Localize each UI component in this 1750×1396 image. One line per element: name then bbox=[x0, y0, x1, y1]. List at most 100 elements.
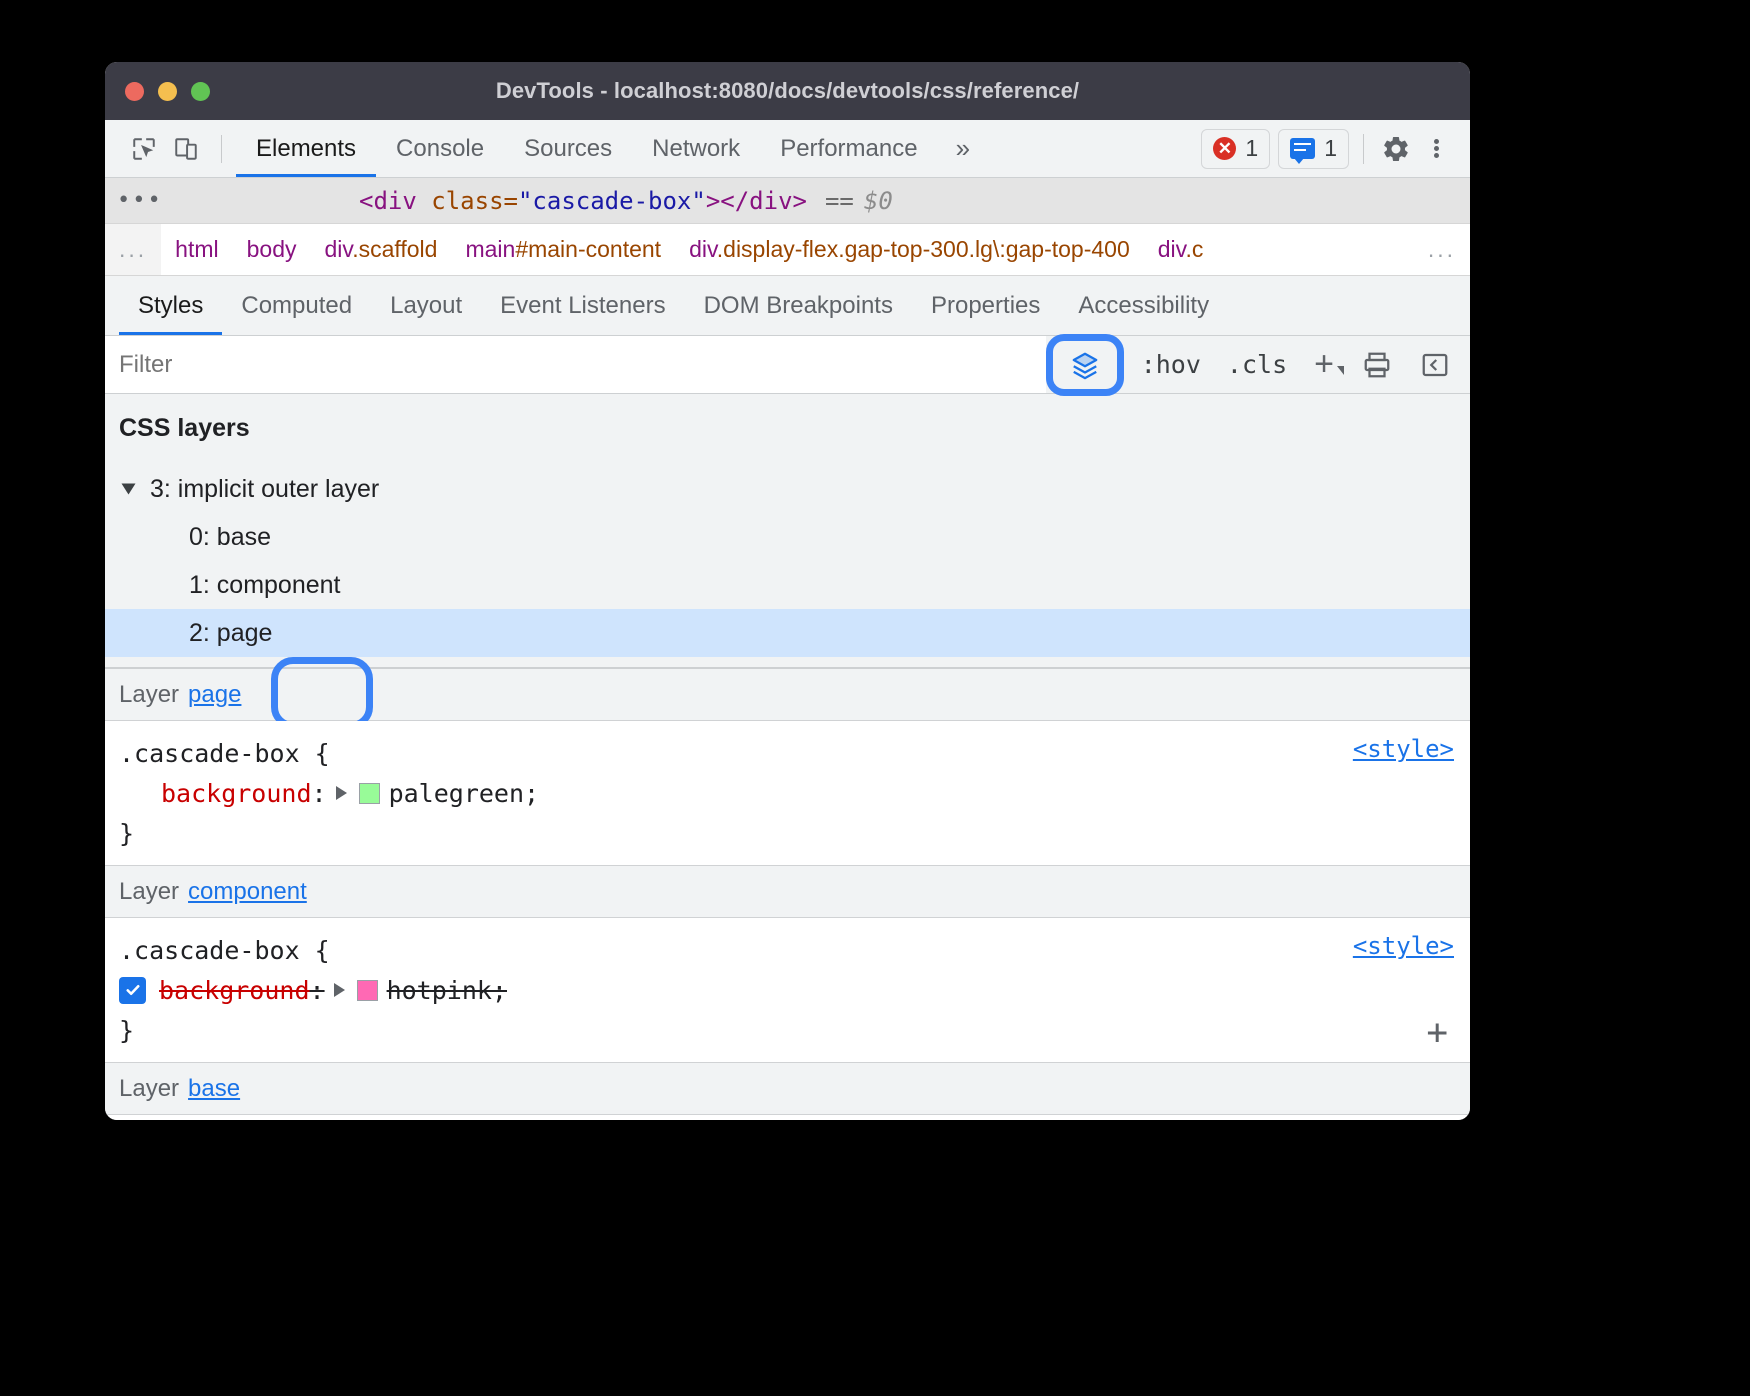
style-source-link[interactable]: <style> bbox=[1353, 735, 1454, 763]
declaration-value[interactable]: hotpink; bbox=[387, 976, 507, 1005]
new-style-rule-button[interactable]: + bbox=[1300, 345, 1342, 384]
declaration-colon: : bbox=[310, 976, 325, 1005]
layer-tree-label: 1: component bbox=[189, 571, 341, 600]
kebab-menu-icon[interactable] bbox=[1416, 129, 1456, 169]
breadcrumb-item-html[interactable]: html bbox=[161, 236, 232, 263]
breadcrumb-suffix: .c bbox=[1185, 236, 1203, 262]
css-layers-icon[interactable] bbox=[1058, 343, 1112, 387]
tab-console[interactable]: Console bbox=[376, 120, 504, 177]
rule-selector[interactable]: .cascade-box { bbox=[119, 930, 1470, 970]
tab-dom-breakpoints[interactable]: DOM Breakpoints bbox=[685, 276, 912, 335]
dom-selected-ref: $0 bbox=[864, 187, 893, 215]
dom-attr-value: "cascade-box" bbox=[518, 187, 706, 215]
minimize-button[interactable] bbox=[158, 82, 177, 101]
dom-node-row[interactable]: ••• <div class="cascade-box"></div>==$0 bbox=[105, 178, 1470, 224]
print-media-icon[interactable] bbox=[1354, 343, 1400, 387]
tab-network[interactable]: Network bbox=[632, 120, 760, 177]
layer-link-page[interactable]: page bbox=[188, 681, 241, 709]
devtools-window: DevTools - localhost:8080/docs/devtools/… bbox=[105, 62, 1470, 1120]
declaration-property[interactable]: background bbox=[159, 976, 310, 1005]
breadcrumb-suffix: #main-content bbox=[515, 236, 661, 262]
declaration-enabled-checkbox[interactable] bbox=[119, 977, 146, 1004]
dom-ellipsis-icon[interactable]: ••• bbox=[117, 188, 173, 213]
layer-prefix-label: Layer bbox=[119, 1075, 179, 1103]
message-count-badge[interactable]: 1 bbox=[1278, 129, 1349, 169]
filter-input[interactable] bbox=[105, 336, 1046, 393]
cls-toggle[interactable]: .cls bbox=[1214, 350, 1300, 379]
color-swatch[interactable] bbox=[357, 980, 378, 1001]
layer-tree-row-component[interactable]: 1: component bbox=[105, 561, 1470, 609]
tab-accessibility[interactable]: Accessibility bbox=[1059, 276, 1228, 335]
zoom-button[interactable] bbox=[191, 82, 210, 101]
message-count-label: 1 bbox=[1324, 135, 1337, 162]
layer-link-component[interactable]: component bbox=[188, 878, 307, 906]
breadcrumb: ... html body div.scaffold main#main-con… bbox=[105, 224, 1470, 276]
breadcrumb-label: div bbox=[325, 236, 353, 262]
styles-sidebar-tabs: Styles Computed Layout Event Listeners D… bbox=[105, 276, 1470, 336]
style-rule-component[interactable]: <style> + .cascade-box { background: hot… bbox=[105, 918, 1470, 1063]
layer-tree-row-page[interactable]: 2: page bbox=[105, 609, 1470, 657]
declaration-background-palegreen[interactable]: background: palegreen; bbox=[119, 773, 1470, 813]
layer-header-component: Layer component bbox=[105, 866, 1470, 918]
message-icon bbox=[1290, 138, 1315, 159]
layer-tree-row-base[interactable]: 0: base bbox=[105, 513, 1470, 561]
more-tabs-icon[interactable]: » bbox=[938, 133, 988, 164]
desktop-background: DevTools - localhost:8080/docs/devtools/… bbox=[0, 0, 1750, 1396]
device-toolbar-icon[interactable] bbox=[165, 129, 207, 169]
style-source-link[interactable]: <style> bbox=[1353, 932, 1454, 960]
breadcrumb-overflow-left[interactable]: ... bbox=[105, 224, 161, 275]
layer-link-base[interactable]: base bbox=[188, 1075, 240, 1103]
inspect-element-icon[interactable] bbox=[123, 129, 165, 169]
highlight-ring bbox=[1046, 334, 1124, 396]
rule-selector[interactable]: .cascade-box { bbox=[119, 733, 1470, 773]
hov-toggle[interactable]: :hov bbox=[1128, 350, 1214, 379]
breadcrumb-item-main-content[interactable]: main#main-content bbox=[451, 236, 675, 263]
panel-tabs: Elements Console Sources Network Perform… bbox=[236, 120, 988, 177]
declaration-property[interactable]: background bbox=[161, 779, 312, 808]
declaration-background-hotpink[interactable]: background: hotpink; bbox=[119, 970, 1470, 1010]
style-rule-page[interactable]: <style> .cascade-box { background: paleg… bbox=[105, 721, 1470, 866]
expand-value-icon[interactable] bbox=[334, 983, 345, 997]
tab-layout[interactable]: Layout bbox=[371, 276, 481, 335]
rule-close-brace: } bbox=[119, 813, 1470, 853]
breadcrumb-item-div-scaffold[interactable]: div.scaffold bbox=[311, 236, 452, 263]
dom-attr-equals: = bbox=[504, 187, 518, 215]
layer-tree-label: 0: base bbox=[189, 523, 271, 552]
layer-tree-label: 3: implicit outer layer bbox=[150, 475, 379, 504]
layer-prefix-label: Layer bbox=[119, 681, 179, 709]
declaration-colon: : bbox=[312, 779, 327, 808]
style-rule-base[interactable]: <style> .cascade-box { background: rebec… bbox=[105, 1115, 1470, 1120]
tab-sources[interactable]: Sources bbox=[504, 120, 632, 177]
toggle-sidebar-icon[interactable] bbox=[1412, 343, 1458, 387]
breadcrumb-suffix: .scaffold bbox=[352, 236, 437, 262]
gear-icon[interactable] bbox=[1376, 129, 1416, 169]
layer-header-page: Layer page bbox=[105, 669, 1470, 721]
tab-elements[interactable]: Elements bbox=[236, 120, 376, 177]
breadcrumb-overflow-right[interactable]: ... bbox=[1408, 224, 1470, 275]
filter-bar-actions: :hov .cls + bbox=[1046, 343, 1470, 387]
breadcrumb-label: main bbox=[465, 236, 515, 262]
chevron-down-icon[interactable] bbox=[122, 484, 136, 495]
color-swatch[interactable] bbox=[359, 783, 380, 804]
layer-tree-row-implicit-outer[interactable]: 3: implicit outer layer bbox=[105, 465, 1470, 513]
breadcrumb-label: div bbox=[689, 236, 717, 262]
css-layers-pane: CSS layers 3: implicit outer layer 0: ba… bbox=[105, 394, 1470, 669]
tab-computed[interactable]: Computed bbox=[222, 276, 371, 335]
add-declaration-button[interactable]: + bbox=[1426, 1012, 1448, 1053]
error-count-badge[interactable]: ✕ 1 bbox=[1201, 129, 1270, 169]
declaration-value[interactable]: palegreen; bbox=[389, 779, 540, 808]
expand-value-icon[interactable] bbox=[336, 786, 347, 800]
tab-event-listeners[interactable]: Event Listeners bbox=[481, 276, 684, 335]
close-button[interactable] bbox=[125, 82, 144, 101]
breadcrumb-label: html bbox=[175, 236, 218, 262]
tab-performance[interactable]: Performance bbox=[760, 120, 937, 177]
breadcrumb-item-body[interactable]: body bbox=[233, 236, 311, 263]
tab-styles[interactable]: Styles bbox=[119, 276, 222, 335]
layer-tree-label: 2: page bbox=[189, 619, 272, 648]
breadcrumb-item-div-c[interactable]: div.c bbox=[1144, 236, 1218, 263]
window-titlebar: DevTools - localhost:8080/docs/devtools/… bbox=[105, 62, 1470, 120]
breadcrumb-item-div-display-flex[interactable]: div.display-flex.gap-top-300.lg\:gap-top… bbox=[675, 236, 1144, 263]
tab-properties[interactable]: Properties bbox=[912, 276, 1059, 335]
breadcrumb-overflow-label: ... bbox=[1414, 224, 1470, 275]
dom-attr-name: class bbox=[431, 187, 503, 215]
